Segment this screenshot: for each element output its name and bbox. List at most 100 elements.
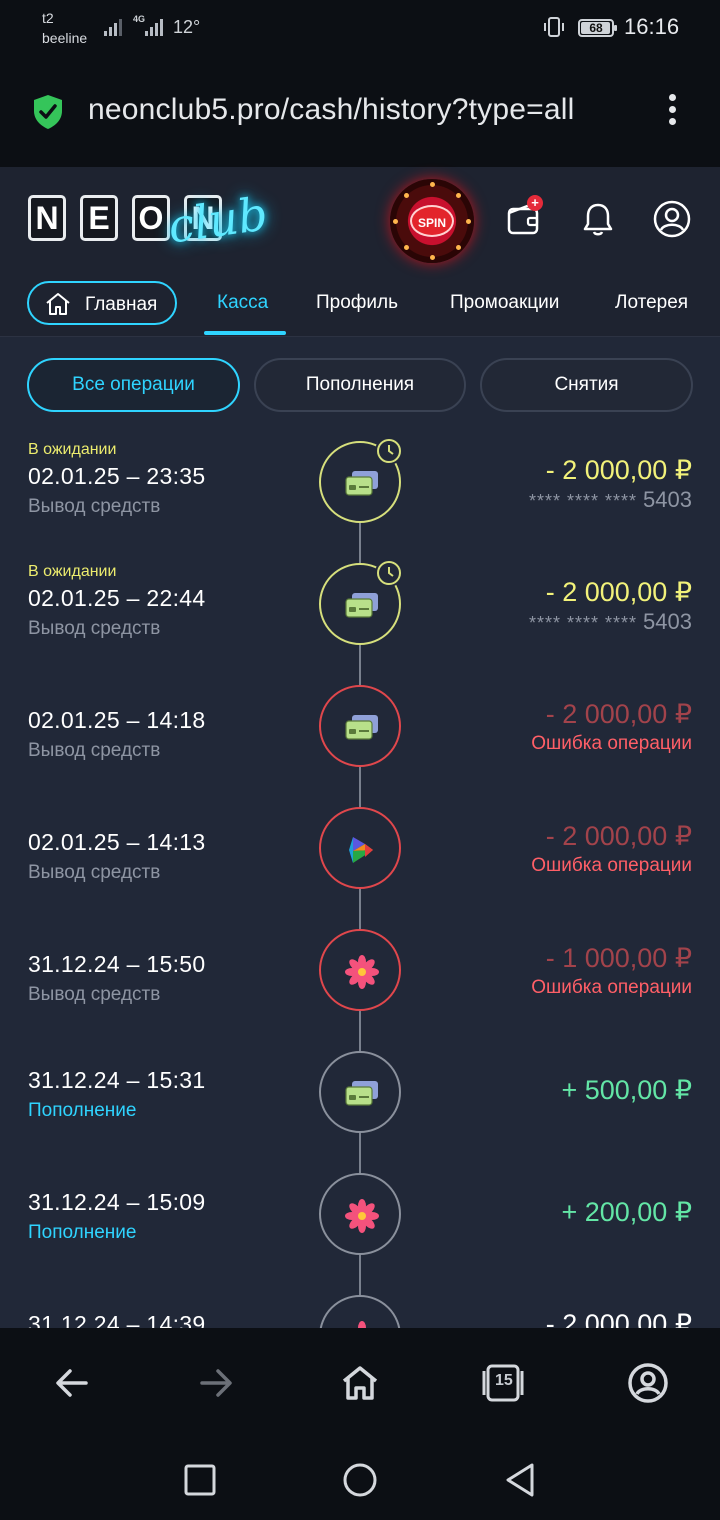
tx-type: Пополнение: [28, 1222, 137, 1243]
flower-icon: [345, 1199, 379, 1233]
tx-datetime: 31.12.24 – 15:50: [28, 951, 206, 977]
battery-level: 68: [589, 21, 603, 35]
tx-status: В ожидании: [28, 441, 117, 458]
transaction-row[interactable]: В ожидании 02.01.25 – 22:44 Вывод средст…: [0, 559, 720, 685]
back-triangle-icon[interactable]: [500, 1460, 540, 1500]
tab-home-label: Главная: [85, 294, 158, 315]
signal-icon-2: [145, 16, 163, 36]
tx-icon-circle: [319, 1295, 401, 1328]
account-icon[interactable]: [626, 1361, 670, 1405]
wallet-badge: +: [527, 195, 543, 211]
active-tab-indicator: [204, 331, 286, 335]
main-nav: Главная Касса Профиль Промоакции Лотерея: [0, 279, 720, 335]
site-header: N E O N club SPIN + Главная Касса Профил…: [0, 167, 720, 337]
battery-icon: 68: [578, 19, 617, 37]
tx-datetime: 02.01.25 – 23:35: [28, 463, 206, 489]
transaction-row[interactable]: В ожидании 02.01.25 – 23:35 Вывод средст…: [0, 437, 720, 563]
transaction-row[interactable]: 31.12.24 – 15:09 Пополнение + 200,00 ₽: [0, 1173, 720, 1295]
url-field[interactable]: neonclub5.pro/cash/history?type=all: [88, 93, 633, 127]
tx-datetime: 31.12.24 – 15:09: [28, 1189, 206, 1215]
tx-icon-circle: [319, 929, 401, 1011]
card-last-digits: 5403: [643, 609, 692, 634]
tx-amount: - 2 000,00 ₽: [545, 821, 692, 851]
card-icon: [345, 715, 378, 740]
card-icon: [345, 1081, 378, 1106]
status-bar: t2 beeline 4G 12° 68 16:16: [0, 0, 720, 60]
tab-lottery[interactable]: Лотерея: [615, 292, 688, 314]
card-icon: [345, 471, 378, 496]
tx-card: **** **** **** 5403: [529, 609, 692, 635]
tx-type: Вывод средств: [28, 862, 161, 883]
tx-type: Вывод средств: [28, 618, 161, 639]
card-mask: **** **** ****: [528, 491, 638, 511]
tab-promo[interactable]: Промоакции: [450, 292, 559, 314]
cash-history: Все операции Пополнения Снятия В ожидани…: [0, 337, 720, 1328]
logo-letter: E: [80, 195, 118, 241]
logo-script: club: [164, 186, 271, 254]
temperature: 12°: [173, 17, 201, 37]
tx-datetime: 02.01.25 – 22:44: [28, 585, 206, 611]
tx-datetime: 31.12.24 – 14:39: [28, 1311, 206, 1328]
spin-label: SPIN: [410, 205, 454, 237]
tx-amount: - 1 000,00 ₽: [545, 943, 692, 973]
transaction-row[interactable]: 31.12.24 – 15:50 Вывод средств - 1 000,0…: [0, 929, 720, 1051]
tabs-button[interactable]: 15: [481, 1361, 525, 1405]
tab-profile[interactable]: Профиль: [316, 292, 398, 314]
filter-all-button[interactable]: Все операции: [27, 358, 240, 412]
bell-icon[interactable]: [578, 199, 618, 239]
tx-status: В ожидании: [28, 563, 117, 580]
address-bar: neonclub5.pro/cash/history?type=all: [0, 60, 720, 167]
home-icon[interactable]: [338, 1361, 382, 1405]
home-icon: [46, 293, 70, 315]
card-icon: [345, 593, 378, 618]
recents-square-icon[interactable]: [180, 1460, 220, 1500]
filter-deposits-button[interactable]: Пополнения: [254, 358, 466, 412]
tx-error-note: Ошибка операции: [531, 855, 692, 876]
secure-shield-icon[interactable]: [32, 94, 64, 130]
tx-type: Вывод средств: [28, 496, 161, 517]
clock-icon: [375, 437, 403, 465]
carrier-beeline: beeline: [42, 30, 88, 46]
card-mask: **** **** ****: [528, 613, 638, 633]
flower-icon: [345, 955, 379, 989]
tx-icon-circle: [319, 685, 401, 767]
transaction-row[interactable]: 31.12.24 – 14:39 - 2 000,00 ₽: [0, 1295, 720, 1328]
spin-wheel-button[interactable]: SPIN: [390, 179, 474, 263]
signal-icon: [104, 16, 122, 36]
tx-amount: - 2 000,00 ₽: [545, 577, 692, 607]
neon-club-logo[interactable]: N E O N club: [28, 186, 271, 254]
browser-toolbar: 15: [0, 1328, 720, 1440]
vibrate-icon: [544, 17, 564, 37]
browser-menu-icon[interactable]: [656, 94, 688, 130]
home-circle-icon[interactable]: [340, 1460, 380, 1500]
tx-amount: - 2 000,00 ₽: [545, 699, 692, 729]
tx-type: Пополнение: [28, 1100, 137, 1121]
tx-icon-circle: [319, 1051, 401, 1133]
tx-amount: + 200,00 ₽: [561, 1197, 692, 1227]
forward-arrow-icon[interactable]: [194, 1361, 238, 1405]
tx-card: **** **** **** 5403: [529, 487, 692, 513]
tab-count: 15: [495, 1372, 513, 1389]
carrier-t2: t2: [42, 10, 54, 26]
carrier-label: t2 beeline: [42, 8, 87, 48]
profile-icon[interactable]: [652, 199, 692, 239]
transaction-row[interactable]: 31.12.24 – 15:31 Пополнение + 500,00 ₽: [0, 1051, 720, 1173]
logo-letter: N: [28, 195, 66, 241]
tx-error-note: Ошибка операции: [531, 733, 692, 754]
network-type: 4G: [133, 14, 146, 24]
tx-amount: - 2 000,00 ₽: [545, 1309, 692, 1328]
tx-type: Вывод средств: [28, 984, 161, 1005]
filter-withdrawals-button[interactable]: Снятия: [480, 358, 693, 412]
tx-datetime: 02.01.25 – 14:13: [28, 829, 206, 855]
tx-datetime: 02.01.25 – 14:18: [28, 707, 206, 733]
transaction-row[interactable]: 02.01.25 – 14:18 Вывод средств - 2 000,0…: [0, 685, 720, 807]
clock: 16:16: [624, 14, 680, 39]
tab-home[interactable]: Главная: [27, 281, 177, 325]
tx-error-note: Ошибка операции: [531, 977, 692, 998]
transaction-row[interactable]: 02.01.25 – 14:13 Вывод средств - 2 000,0…: [0, 807, 720, 929]
back-arrow-icon[interactable]: [50, 1361, 94, 1405]
tx-datetime: 31.12.24 – 15:31: [28, 1067, 206, 1093]
tx-amount: + 500,00 ₽: [561, 1075, 692, 1105]
tx-amount: - 2 000,00 ₽: [545, 455, 692, 485]
tab-cashier[interactable]: Касса: [217, 292, 268, 314]
